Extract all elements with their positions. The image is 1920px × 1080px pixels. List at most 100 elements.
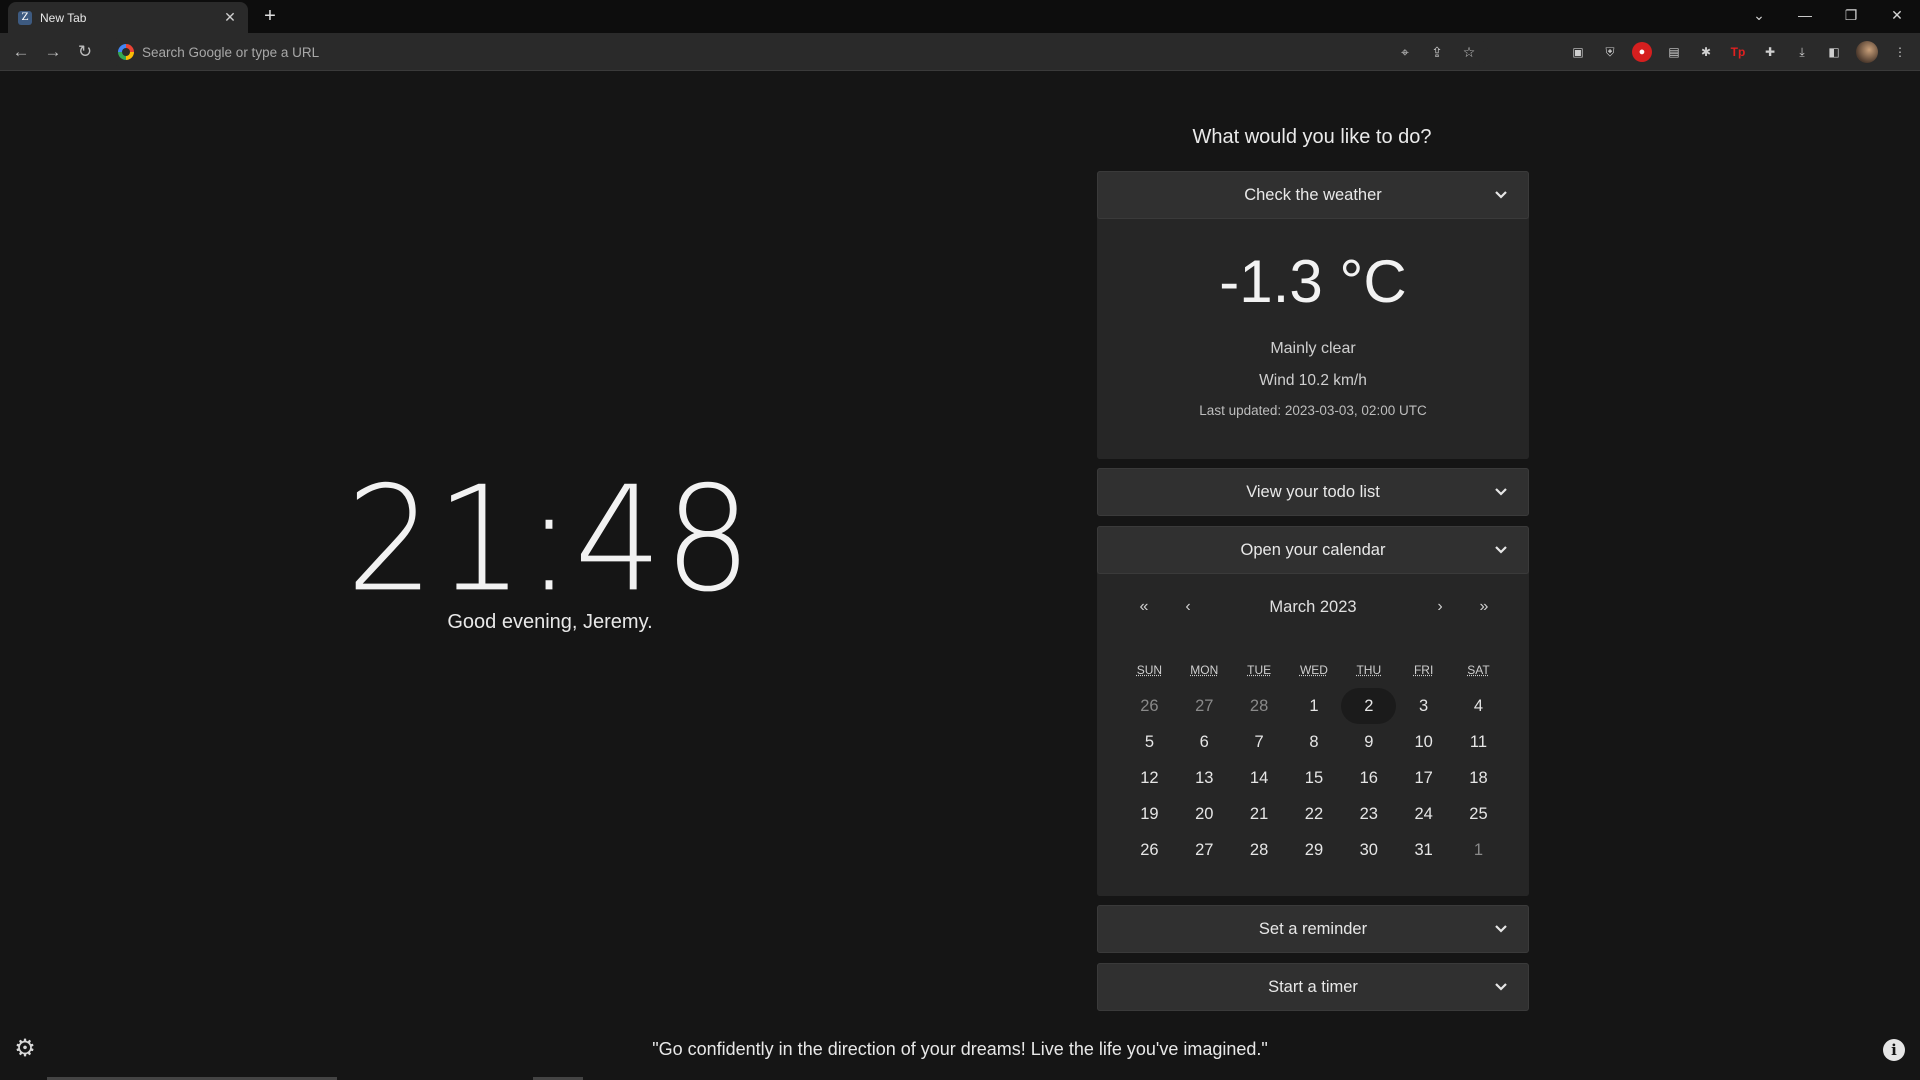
restore-icon[interactable]: ❐ <box>1828 0 1874 30</box>
weather-wind: Wind 10.2 km/h <box>1259 372 1367 389</box>
todo-label: View your todo list <box>1246 482 1380 501</box>
calendar-weekday: FRI <box>1413 663 1434 677</box>
calendar-day[interactable]: 9 <box>1341 724 1396 760</box>
browser-toolbar: ← → ↻ Search Google or type a URL ⌖ ⇪ ☆ … <box>0 33 1920 71</box>
calendar-day[interactable]: 12 <box>1122 760 1177 796</box>
weather-accordion: Check the weather -1.3 °C Mainly clear W… <box>1097 171 1529 459</box>
reminder-toggle-button[interactable]: Set a reminder <box>1097 905 1529 953</box>
share-icon[interactable]: ⇪ <box>1428 44 1446 61</box>
calendar-label: Open your calendar <box>1240 540 1386 559</box>
reload-icon[interactable]: ↻ <box>72 39 98 65</box>
bookmark-star-icon[interactable]: ☆ <box>1460 44 1478 61</box>
extensions-bar: ▣ ⛨ ● ▤ ✱ Tp ✚ ⤓ ◧ ⋮ <box>1568 37 1910 67</box>
todo-accordion: View your todo list <box>1097 468 1529 516</box>
minimize-icon[interactable]: — <box>1782 0 1828 30</box>
calendar-weekday: SAT <box>1467 663 1490 677</box>
shield-extension-icon[interactable]: ⛨ <box>1600 42 1620 62</box>
calendar-day[interactable]: 2 <box>1341 688 1397 724</box>
reader-extension-icon[interactable]: ▣ <box>1568 42 1588 62</box>
menu-kebab-icon[interactable]: ⋮ <box>1890 42 1910 62</box>
new-tab-button[interactable]: + <box>258 5 282 29</box>
calendar-day[interactable]: 10 <box>1396 724 1451 760</box>
chevron-down-icon <box>1495 488 1507 496</box>
calendar-day[interactable]: 28 <box>1232 832 1287 868</box>
keyboard-extension-icon[interactable]: ▤ <box>1664 42 1684 62</box>
calendar-weekday: THU <box>1356 663 1382 677</box>
chevron-down-icon <box>1495 925 1507 933</box>
calendar-week-row: 19 20 21 22 23 24 25 <box>1122 796 1506 832</box>
calendar-week-row: 26 27 28 29 30 31 1 <box>1122 832 1506 868</box>
settings-gear-icon[interactable]: ⚙ <box>12 1036 38 1062</box>
calendar-day[interactable]: 14 <box>1232 760 1287 796</box>
calendar-day[interactable]: 31 <box>1396 832 1451 868</box>
calendar-day[interactable]: 16 <box>1341 760 1396 796</box>
calendar-day[interactable]: 7 <box>1232 724 1287 760</box>
calendar-week-row: 5 6 7 8 9 10 11 <box>1122 724 1506 760</box>
calendar-day[interactable]: 26 <box>1122 688 1177 724</box>
calendar-toggle-button[interactable]: Open your calendar <box>1097 526 1529 574</box>
next-month-button[interactable]: › <box>1425 598 1455 616</box>
forward-icon[interactable]: → <box>40 39 66 65</box>
calendar-accordion: Open your calendar March 2023 « ‹ › » SU… <box>1097 526 1529 896</box>
weather-panel: -1.3 °C Mainly clear Wind 10.2 km/h Last… <box>1097 219 1529 459</box>
prev-year-button[interactable]: « <box>1129 598 1159 616</box>
calendar-day[interactable]: 17 <box>1396 760 1451 796</box>
calendar-day[interactable]: 27 <box>1177 688 1232 724</box>
calendar-day[interactable]: 23 <box>1341 796 1396 832</box>
calendar-day[interactable]: 29 <box>1287 832 1342 868</box>
weather-label: Check the weather <box>1244 185 1382 204</box>
timer-toggle-button[interactable]: Start a timer <box>1097 963 1529 1011</box>
calendar-day[interactable]: 22 <box>1287 796 1342 832</box>
back-icon[interactable]: ← <box>8 39 34 65</box>
tab-favicon-icon: Z <box>18 10 32 25</box>
calendar-week-row: 26 27 28 1 2 3 4 <box>1122 688 1506 724</box>
quote: "Go confidently in the direction of your… <box>652 1039 1268 1059</box>
calendar-day[interactable]: 25 <box>1451 796 1506 832</box>
calendar-day[interactable]: 19 <box>1122 796 1177 832</box>
next-year-button[interactable]: » <box>1469 598 1499 616</box>
calendar-day[interactable]: 26 <box>1122 832 1177 868</box>
calendar-day[interactable]: 21 <box>1232 796 1287 832</box>
calendar-day[interactable]: 1 <box>1287 688 1342 724</box>
record-extension-icon[interactable]: ● <box>1632 42 1652 62</box>
calendar-day[interactable]: 30 <box>1341 832 1396 868</box>
close-icon[interactable]: ✕ <box>222 9 238 26</box>
reminder-accordion: Set a reminder <box>1097 905 1529 953</box>
calendar-day[interactable]: 1 <box>1451 832 1506 868</box>
tab-search-icon[interactable]: ⌄ <box>1736 0 1782 30</box>
address-bar[interactable]: Search Google or type a URL ⌖ ⇪ ☆ <box>108 37 1488 67</box>
calendar-day[interactable]: 15 <box>1287 760 1342 796</box>
tab-new-tab[interactable]: Z New Tab ✕ <box>8 2 248 33</box>
calendar-day[interactable]: 4 <box>1451 688 1506 724</box>
calendar-day[interactable]: 6 <box>1177 724 1232 760</box>
calendar-day[interactable]: 13 <box>1177 760 1232 796</box>
google-icon <box>118 44 134 60</box>
location-icon[interactable]: ⌖ <box>1396 44 1414 61</box>
bug-extension-icon[interactable]: ✱ <box>1696 42 1716 62</box>
calendar-day[interactable]: 18 <box>1451 760 1506 796</box>
download-icon[interactable]: ⤓ <box>1792 42 1812 62</box>
calendar-day[interactable]: 20 <box>1177 796 1232 832</box>
prev-month-button[interactable]: ‹ <box>1173 598 1203 616</box>
info-icon[interactable]: i <box>1883 1039 1905 1061</box>
calendar-weekday: SUN <box>1136 663 1163 677</box>
tp-extension-icon[interactable]: Tp <box>1728 42 1748 62</box>
close-window-icon[interactable]: ✕ <box>1874 0 1920 30</box>
calendar-day[interactable]: 27 <box>1177 832 1232 868</box>
timer-label: Start a timer <box>1268 977 1358 996</box>
chevron-down-icon <box>1495 191 1507 199</box>
side-panel-icon[interactable]: ◧ <box>1824 42 1844 62</box>
calendar-panel: March 2023 « ‹ › » SUN MON TUE WED THU FRI SAT… <box>1097 574 1529 896</box>
tab-title: New Tab <box>40 10 87 25</box>
calendar-day[interactable]: 28 <box>1232 688 1287 724</box>
profile-avatar[interactable] <box>1856 41 1878 63</box>
puzzle-extensions-icon[interactable]: ✚ <box>1760 42 1780 62</box>
todo-toggle-button[interactable]: View your todo list <box>1097 468 1529 516</box>
weather-condition: Mainly clear <box>1270 340 1356 357</box>
weather-toggle-button[interactable]: Check the weather <box>1097 171 1529 219</box>
calendar-day[interactable]: 5 <box>1122 724 1177 760</box>
calendar-day[interactable]: 8 <box>1287 724 1342 760</box>
calendar-day[interactable]: 3 <box>1396 688 1451 724</box>
calendar-day[interactable]: 24 <box>1396 796 1451 832</box>
calendar-day[interactable]: 11 <box>1451 724 1506 760</box>
